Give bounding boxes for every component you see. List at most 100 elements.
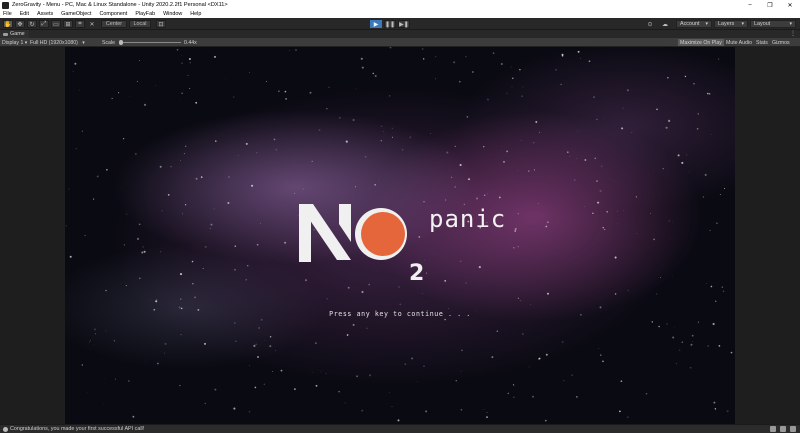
star — [328, 86, 330, 88]
star — [627, 416, 629, 418]
star — [180, 307, 183, 310]
star — [391, 136, 393, 138]
star — [389, 392, 390, 393]
console-icon[interactable] — [790, 426, 796, 432]
star — [719, 194, 721, 196]
star — [294, 192, 296, 194]
maximize-button[interactable]: ❐ — [760, 0, 780, 10]
menu-gameobject[interactable]: GameObject — [61, 11, 91, 17]
game-viewport[interactable]: 2 panic Press any key to continue . . . — [0, 47, 800, 424]
rotate-tool-icon[interactable]: ↻ — [27, 20, 37, 28]
layout-label: Layout — [754, 21, 771, 27]
star — [227, 201, 230, 205]
star — [181, 62, 183, 64]
scale-slider-track[interactable] — [121, 42, 181, 43]
star — [653, 238, 655, 241]
menu-help[interactable]: Help — [190, 11, 201, 17]
star — [250, 145, 252, 146]
rect-tool-icon[interactable]: ▭ — [51, 20, 61, 28]
play-button[interactable]: ▶ — [370, 20, 382, 28]
game-screen[interactable]: 2 panic Press any key to continue . . . — [65, 47, 735, 424]
star — [697, 113, 699, 115]
star — [248, 72, 250, 74]
star — [416, 381, 418, 382]
close-button[interactable]: ✕ — [780, 0, 800, 10]
display-dropdown[interactable]: Display 1 ▾ — [2, 39, 27, 46]
pivot-center-toggle[interactable]: Center — [101, 20, 127, 28]
star — [468, 178, 470, 181]
mute-audio-toggle[interactable]: Mute Audio — [726, 39, 752, 46]
resolution-dropdown[interactable]: Full HD (1920x1080) ▾ — [30, 39, 85, 46]
star — [284, 241, 287, 244]
star — [483, 146, 485, 148]
tab-menu-icon[interactable]: ⋮ — [790, 30, 796, 37]
star — [421, 48, 424, 50]
star — [182, 213, 183, 215]
collab-icon[interactable]: ⊙ — [645, 20, 655, 28]
star — [569, 155, 571, 157]
star — [346, 334, 349, 336]
star — [635, 196, 638, 198]
transform-tool-icon[interactable]: ⊞ — [63, 20, 73, 28]
star — [678, 349, 681, 352]
star — [598, 347, 599, 349]
editor-tools-icon[interactable]: ✕ — [87, 20, 97, 28]
scale-slider-handle[interactable] — [119, 40, 123, 45]
star — [374, 74, 377, 78]
star — [264, 339, 265, 341]
star — [705, 282, 707, 284]
star — [288, 49, 290, 51]
menu-file[interactable]: File — [3, 11, 12, 17]
scale-tool-icon[interactable]: ⤢ — [39, 20, 49, 28]
star — [380, 140, 382, 142]
menu-playfab[interactable]: PlayFab — [135, 11, 155, 17]
stats-toggle[interactable]: Stats — [756, 39, 768, 46]
star — [354, 186, 356, 188]
window-title: ZeroGravity - Menu - PC, Mac & Linux Sta… — [12, 2, 228, 8]
menu-edit[interactable]: Edit — [20, 11, 29, 17]
star — [653, 168, 654, 170]
menu-component[interactable]: Component — [99, 11, 127, 17]
star — [666, 323, 668, 325]
tab-game[interactable]: Game — [0, 30, 29, 38]
minimize-button[interactable]: – — [740, 0, 760, 10]
star — [466, 116, 469, 118]
star — [455, 380, 457, 382]
maximize-on-play-toggle[interactable]: Maximize On Play — [678, 39, 724, 46]
menu-window[interactable]: Window — [163, 11, 182, 17]
custom-tool-icon[interactable]: ⌗ — [75, 20, 85, 28]
star — [693, 83, 695, 85]
layout-dropdown[interactable]: Layout ▾ — [750, 20, 796, 28]
star — [253, 344, 256, 347]
move-tool-icon[interactable]: ✥ — [15, 20, 25, 28]
star — [138, 223, 141, 226]
menu-assets[interactable]: Assets — [37, 11, 53, 17]
gizmos-dropdown[interactable]: Gizmos — [772, 39, 790, 46]
star — [315, 384, 318, 387]
star — [159, 165, 162, 168]
hand-tool-icon[interactable]: ✋ — [3, 20, 13, 28]
star — [389, 47, 392, 49]
star — [576, 158, 577, 159]
cloud-icon[interactable]: ☁ — [660, 20, 670, 28]
space-local-toggle[interactable]: Local — [129, 20, 151, 28]
pause-button[interactable]: ❚❚ — [384, 20, 396, 28]
grid-snap-icon[interactable]: ⊡ — [156, 20, 166, 28]
star — [361, 290, 364, 294]
star — [136, 81, 138, 83]
star — [228, 176, 230, 178]
star — [656, 108, 658, 111]
star — [312, 371, 313, 373]
account-dropdown[interactable]: Account ▾ — [676, 20, 712, 28]
star — [510, 66, 512, 68]
star — [454, 186, 456, 188]
star — [592, 212, 594, 215]
progress-icon[interactable] — [780, 426, 786, 432]
status-message[interactable]: Congratulations, you made your first suc… — [10, 426, 144, 432]
step-button[interactable]: ▶❚ — [398, 20, 410, 28]
star — [347, 286, 350, 289]
layers-dropdown[interactable]: Layers ▾ — [714, 20, 748, 28]
star — [345, 140, 348, 143]
star — [397, 419, 400, 422]
auto-generate-lighting-icon[interactable] — [770, 426, 776, 432]
